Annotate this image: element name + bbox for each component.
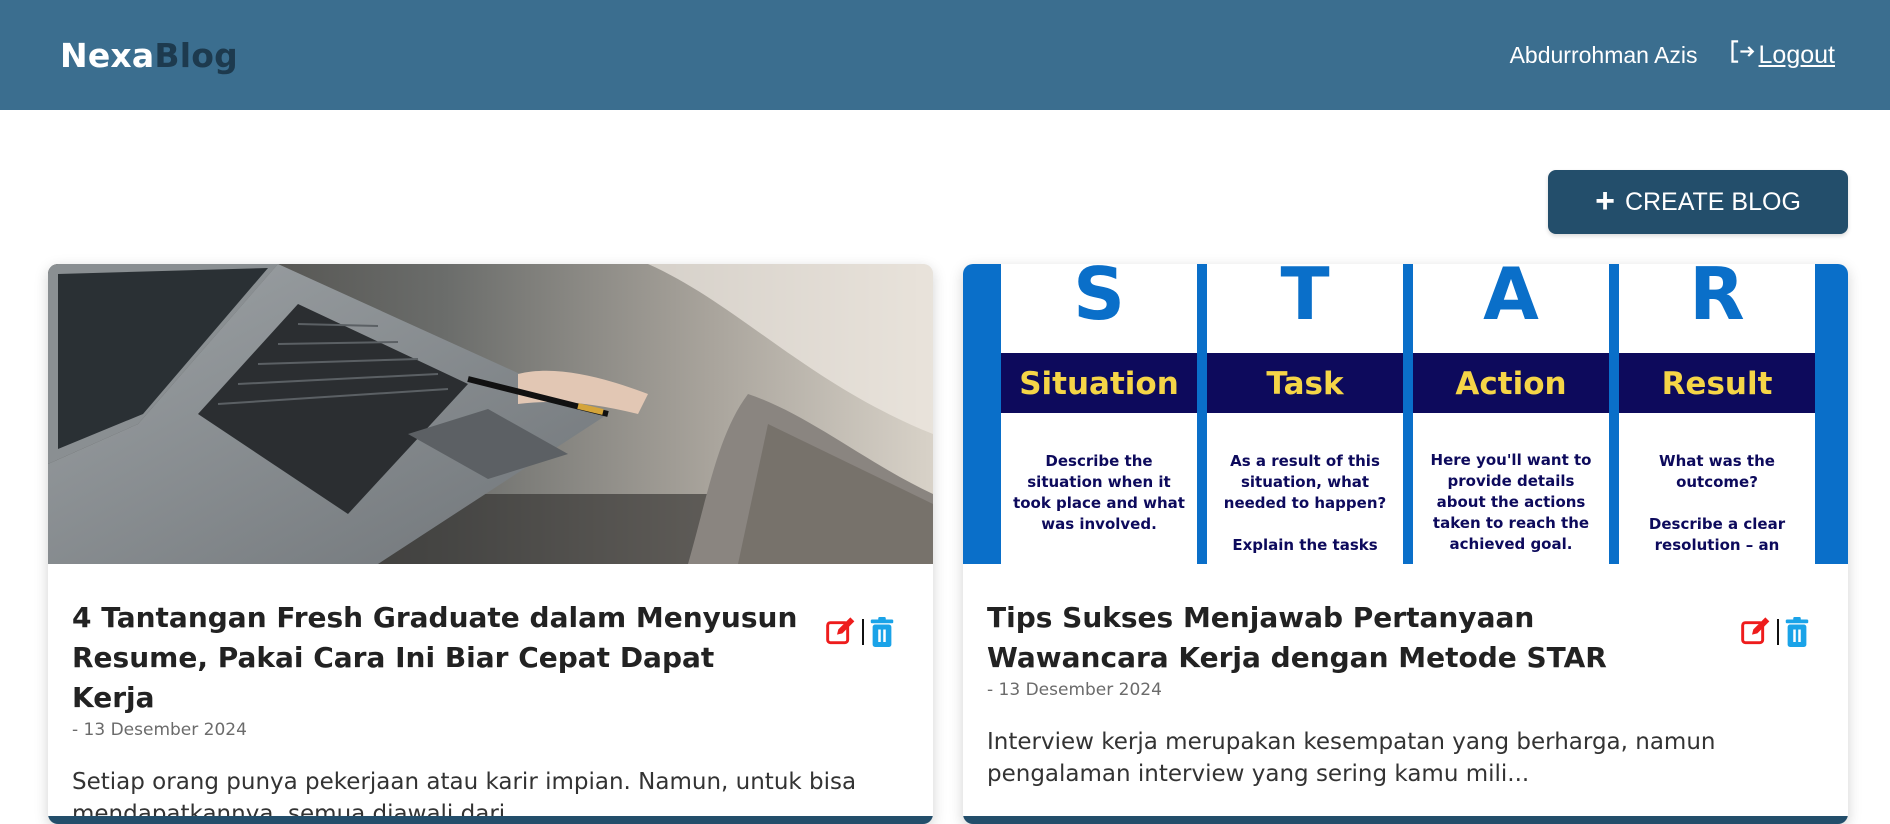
star-desc: taken to reach the — [1433, 514, 1589, 532]
toolbar: + CREATE BLOG — [0, 110, 1890, 264]
card-image-star-infographic: S T A R Situation Task Action Result Des… — [963, 264, 1848, 564]
logout-icon — [1728, 38, 1755, 72]
edit-icon[interactable] — [1740, 616, 1772, 648]
action-separator — [862, 619, 864, 645]
star-letter: S — [1073, 264, 1125, 336]
star-desc: needed to happen? — [1224, 494, 1386, 512]
card-excerpt: Interview kerja merupakan kesempatan yan… — [987, 729, 1716, 787]
star-desc: Describe the — [1045, 452, 1152, 470]
brand-logo[interactable]: NexaBlog — [60, 36, 238, 75]
star-header: Action — [1455, 366, 1566, 402]
star-header: Result — [1662, 366, 1773, 402]
create-blog-button[interactable]: + CREATE BLOG — [1548, 170, 1848, 234]
blog-card[interactable]: S T A R Situation Task Action Result Des… — [963, 264, 1848, 824]
card-image-laptop — [48, 264, 933, 564]
edit-icon[interactable] — [825, 616, 857, 648]
action-separator — [1777, 619, 1779, 645]
star-desc: Explain the tasks — [1232, 536, 1377, 554]
card-body: Tips Sukses Menjawab Pertanyaan Wawancar… — [963, 564, 1848, 790]
brand-part2: Blog — [154, 35, 238, 75]
star-letter: R — [1689, 264, 1744, 336]
star-desc: situation when it — [1027, 473, 1170, 491]
star-desc: What was the — [1659, 452, 1775, 470]
logout-label: Logout — [1758, 40, 1835, 69]
card-title[interactable]: Tips Sukses Menjawab Pertanyaan Wawancar… — [987, 598, 1717, 678]
card-date: - 13 Desember 2024 — [987, 680, 1162, 700]
blog-card-list: 4 Tantangan Fresh Graduate dalam Menyusu… — [0, 264, 1890, 824]
card-actions — [1740, 616, 1810, 648]
card-body: 4 Tantangan Fresh Graduate dalam Menyusu… — [48, 564, 933, 824]
star-desc: Describe a clear — [1649, 515, 1786, 533]
card-footer — [963, 816, 1848, 824]
card-title[interactable]: 4 Tantangan Fresh Graduate dalam Menyusu… — [72, 598, 802, 718]
star-desc: about the actions — [1437, 493, 1586, 511]
star-desc: outcome? — [1676, 473, 1758, 491]
top-navbar: NexaBlog Abdurrohman Azis Logout — [0, 0, 1890, 110]
star-desc: took place and what — [1013, 494, 1185, 512]
plus-icon: + — [1595, 181, 1615, 220]
star-desc: resolution – an — [1655, 536, 1780, 554]
username: Abdurrohman Azis — [1509, 41, 1698, 68]
trash-icon[interactable] — [1784, 617, 1810, 647]
star-desc: achieved goal. — [1450, 535, 1573, 553]
blog-card[interactable]: 4 Tantangan Fresh Graduate dalam Menyusu… — [48, 264, 933, 824]
logout-link[interactable]: Logout — [1728, 38, 1835, 72]
nav-user-area: Abdurrohman Azis Logout — [1510, 38, 1835, 72]
star-desc: Here you'll want to — [1431, 451, 1592, 469]
star-letter: T — [1280, 264, 1329, 336]
star-letter: A — [1483, 264, 1539, 336]
create-blog-label: CREATE BLOG — [1624, 187, 1801, 216]
trash-icon[interactable] — [869, 617, 895, 647]
card-footer — [48, 816, 933, 824]
card-date: - 13 Desember 2024 — [72, 720, 247, 740]
star-desc: As a result of this — [1230, 452, 1380, 470]
star-desc: situation, what — [1241, 473, 1369, 491]
star-desc: was involved. — [1041, 515, 1157, 533]
brand-part1: Nexa — [60, 35, 155, 75]
star-header: Task — [1266, 366, 1345, 402]
star-desc: provide details — [1448, 472, 1575, 490]
star-header: Situation — [1019, 366, 1179, 402]
card-actions — [825, 616, 895, 648]
